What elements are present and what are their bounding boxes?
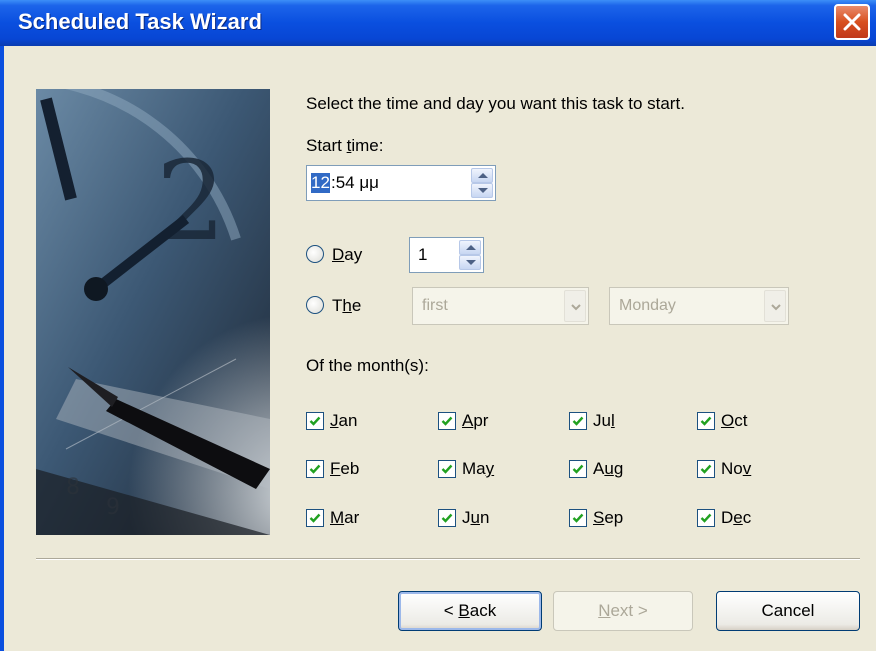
weekday-select-value: Monday — [619, 297, 676, 314]
svg-text:9: 9 — [106, 495, 120, 520]
scheduled-task-wizard-window: Scheduled Task Wizard 2 8 9 Select the t… — [0, 0, 876, 651]
checkmark-icon — [441, 513, 453, 523]
weekday-select-dropdown[interactable] — [764, 290, 786, 322]
month-checkbox[interactable] — [306, 460, 324, 478]
month-checkbox[interactable] — [438, 412, 456, 430]
month-label[interactable]: Jan — [330, 411, 357, 431]
next-button[interactable]: Next > — [553, 591, 693, 631]
month-label[interactable]: Aug — [593, 459, 623, 479]
checkmark-icon — [700, 464, 712, 474]
the-radio[interactable] — [306, 296, 324, 314]
checkmark-icon — [309, 464, 321, 474]
checkmark-icon — [309, 416, 321, 426]
checkmark-icon — [441, 416, 453, 426]
start-time-label: Start time: — [306, 136, 384, 155]
day-spinner-buttons[interactable] — [459, 240, 481, 270]
day-spinner[interactable]: 1 — [409, 237, 484, 273]
checkmark-icon — [441, 464, 453, 474]
month-checkbox[interactable] — [306, 509, 324, 527]
start-time-picker[interactable]: 12 :54 μμ — [306, 165, 496, 201]
window-frame-left — [0, 46, 4, 651]
week-select-value: first — [422, 297, 448, 314]
time-up-button[interactable] — [471, 168, 493, 183]
weekday-select[interactable]: Monday — [609, 287, 789, 325]
month-label[interactable]: Nov — [721, 459, 751, 479]
month-checkbox[interactable] — [569, 460, 587, 478]
day-up-button[interactable] — [459, 240, 481, 255]
month-label[interactable]: May — [462, 459, 494, 479]
cancel-button[interactable]: Cancel — [716, 591, 860, 631]
month-label[interactable]: Oct — [721, 411, 747, 431]
day-value[interactable]: 1 — [418, 245, 427, 265]
week-select-dropdown[interactable] — [564, 290, 586, 322]
month-checkbox[interactable] — [438, 460, 456, 478]
arrow-down-icon — [466, 260, 476, 265]
month-label[interactable]: Apr — [462, 411, 488, 431]
svg-text:2: 2 — [156, 137, 226, 265]
day-radio-label[interactable]: Day — [332, 245, 362, 265]
month-label[interactable]: Jul — [593, 411, 615, 431]
month-checkbox[interactable] — [306, 412, 324, 430]
month-checkbox[interactable] — [697, 412, 715, 430]
month-checkbox[interactable] — [697, 509, 715, 527]
month-label[interactable]: Feb — [330, 459, 359, 479]
the-radio-label[interactable]: The — [332, 296, 361, 316]
start-time-spinner[interactable] — [471, 168, 493, 198]
time-down-button[interactable] — [471, 183, 493, 198]
arrow-down-icon — [478, 188, 488, 193]
month-checkbox[interactable] — [569, 509, 587, 527]
month-checkbox[interactable] — [697, 460, 715, 478]
back-button[interactable]: < Back — [398, 591, 542, 631]
title-bar[interactable]: Scheduled Task Wizard — [0, 0, 876, 46]
checkmark-icon — [572, 464, 584, 474]
wizard-illustration: 2 8 9 — [36, 89, 270, 535]
week-select[interactable]: first — [412, 287, 589, 325]
months-label: Of the month(s): — [306, 356, 429, 375]
month-label[interactable]: Sep — [593, 508, 623, 528]
day-radio[interactable] — [306, 245, 324, 263]
month-checkbox[interactable] — [569, 412, 587, 430]
arrow-up-icon — [478, 173, 488, 178]
checkmark-icon — [700, 513, 712, 523]
checkmark-icon — [572, 416, 584, 426]
arrow-up-icon — [466, 245, 476, 250]
svg-text:8: 8 — [66, 475, 80, 500]
month-label[interactable]: Jun — [462, 508, 489, 528]
instruction-text: Select the time and day you want this ta… — [306, 94, 685, 113]
month-label[interactable]: Mar — [330, 508, 359, 528]
checkmark-icon — [309, 513, 321, 523]
start-time-hour[interactable]: 12 — [311, 173, 330, 193]
checkmark-icon — [572, 513, 584, 523]
month-label[interactable]: Dec — [721, 508, 751, 528]
checkmark-icon — [700, 416, 712, 426]
month-checkbox[interactable] — [438, 509, 456, 527]
close-button[interactable] — [834, 4, 870, 40]
window-title: Scheduled Task Wizard — [18, 9, 262, 34]
day-down-button[interactable] — [459, 255, 481, 270]
start-time-rest[interactable]: :54 μμ — [331, 173, 379, 193]
separator — [36, 558, 860, 560]
